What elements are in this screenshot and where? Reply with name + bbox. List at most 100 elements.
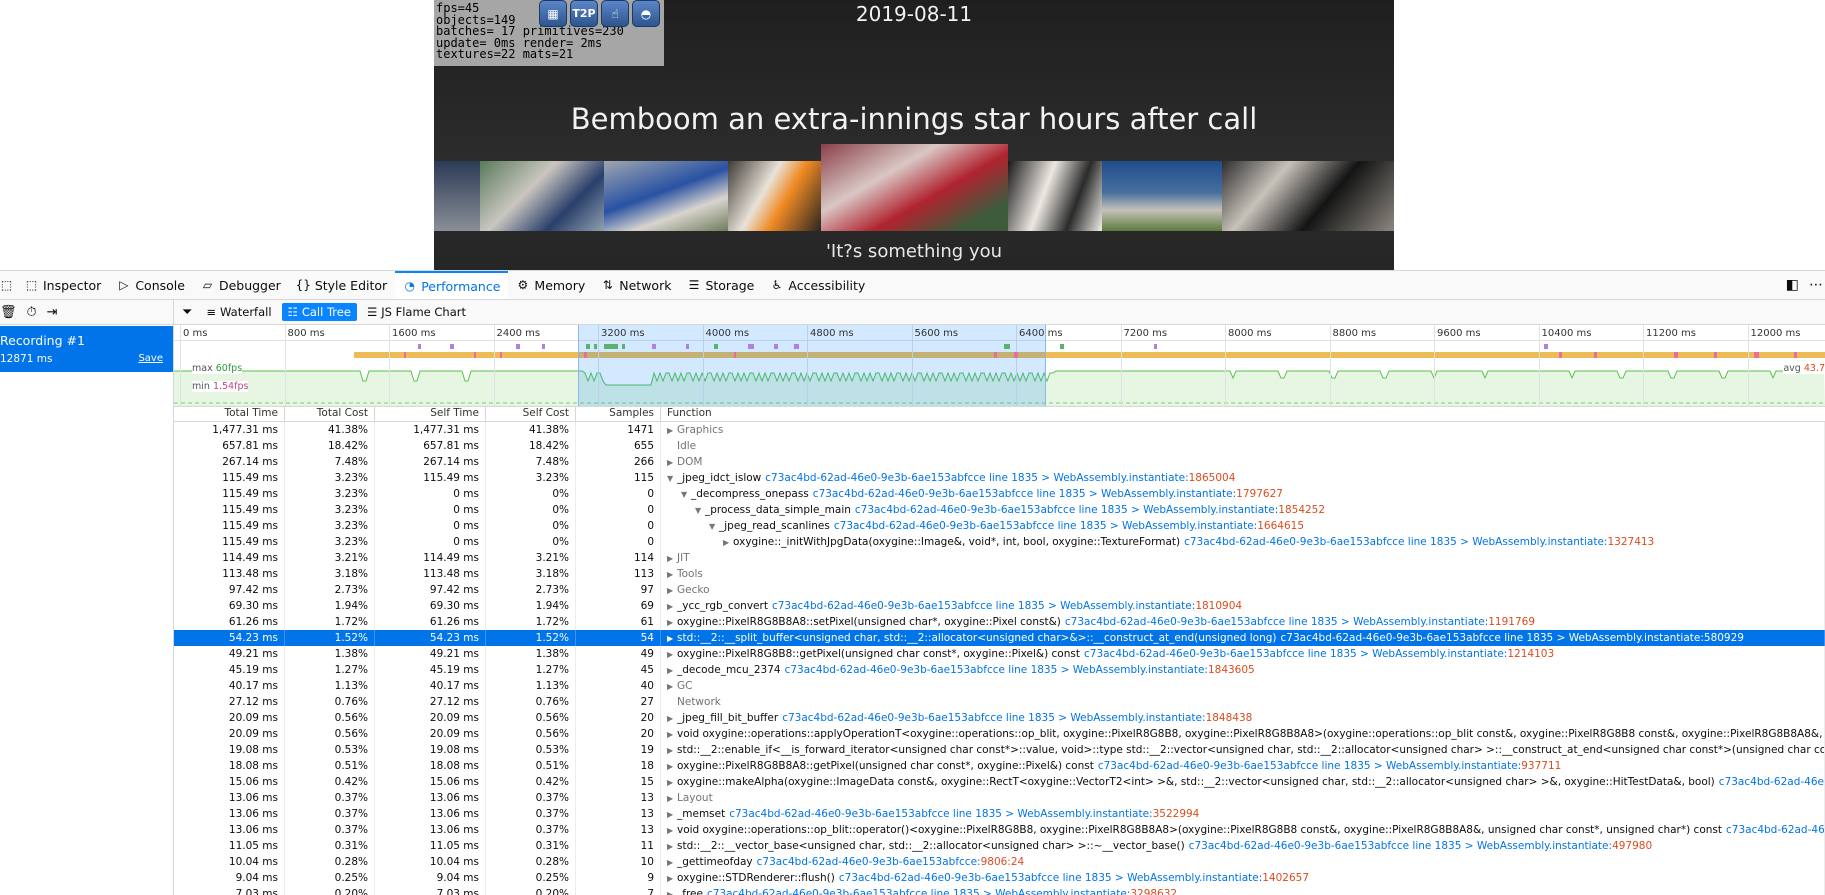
- twisty-icon[interactable]: ▶: [667, 871, 677, 886]
- tab-console[interactable]: ▷ Console: [109, 271, 193, 299]
- table-row[interactable]: 13.06 ms 0.37% 13.06 ms 0.37% 13 ▶ _memset c73a…: [174, 806, 1825, 822]
- source-link[interactable]: c73ac4bd-62ad-46e0-9e3b-6ae153abfcce lin…: [839, 872, 1262, 884]
- column-header[interactable]: Total Time: [174, 406, 285, 421]
- column-header[interactable]: Self Time: [375, 406, 486, 421]
- twisty-icon[interactable]: ▶: [667, 423, 677, 438]
- news-photo[interactable]: [1102, 161, 1222, 231]
- table-row[interactable]: 113.48 ms 3.18% 113.48 ms 3.18% 113 ▶ Tools: [174, 566, 1825, 582]
- table-row[interactable]: 45.19 ms 1.27% 45.19 ms 1.27% 45 ▶ _decode_mcu…: [174, 662, 1825, 678]
- news-photo[interactable]: [604, 161, 728, 231]
- twisty-icon[interactable]: ▶: [667, 631, 677, 646]
- source-link[interactable]: c73ac4bd-62ad-46e0-9e3b-6ae153abfcce lin…: [785, 664, 1208, 676]
- source-link[interactable]: c73ac4bd-62ad-46e0-9e3b-6ae153abfcce: [1719, 776, 1824, 788]
- js-flame-chart-button[interactable]: ☰ JS Flame Chart: [361, 303, 472, 321]
- waterfall-button[interactable]: ≡ Waterfall: [200, 303, 277, 321]
- twisty-icon[interactable]: ▼: [709, 519, 719, 534]
- table-row[interactable]: 15.06 ms 0.42% 15.06 ms 0.42% 15 ▶ oxygine::ma…: [174, 774, 1825, 790]
- twisty-icon[interactable]: ▶: [667, 743, 677, 758]
- tab-picker[interactable]: ⬚: [0, 271, 17, 299]
- twisty-icon[interactable]: ▶: [667, 679, 677, 694]
- photo-strip[interactable]: [434, 144, 1394, 231]
- twisty-icon[interactable]: ▶: [667, 855, 677, 870]
- table-row[interactable]: 114.49 ms 3.21% 114.49 ms 3.21% 114 ▶ JIT: [174, 550, 1825, 566]
- source-link[interactable]: c73ac4bd-62ad-46e0-9e3b-6ae153abfcce lin…: [1189, 840, 1612, 852]
- game-canvas[interactable]: fps=45 objects=149 batches= 17 primitive…: [434, 0, 1394, 270]
- more-options-icon[interactable]: ⋯: [1809, 277, 1823, 293]
- news-photo[interactable]: [821, 144, 1008, 231]
- twisty-icon[interactable]: ▶: [667, 727, 677, 742]
- table-row[interactable]: 61.26 ms 1.72% 61.26 ms 1.72% 61 ▶ oxygine::Pi…: [174, 614, 1825, 630]
- source-link[interactable]: c73ac4bd-62ad-46e0-9e3b-6ae153abfcce lin…: [765, 472, 1188, 484]
- twisty-icon[interactable]: ▶: [667, 663, 677, 678]
- source-link[interactable]: c73ac4bd-62ad-46e0-9e3b-6ae153abfcce lin…: [729, 808, 1152, 820]
- source-link[interactable]: c73ac4bd-62ad-46e0-9e3b-6ae153abfcce lin…: [855, 504, 1278, 516]
- news-photo[interactable]: [434, 161, 480, 231]
- table-row[interactable]: 13.06 ms 0.37% 13.06 ms 0.37% 13 ▶ Layout: [174, 790, 1825, 806]
- table-row[interactable]: 19.08 ms 0.53% 19.08 ms 0.53% 19 ▶ std::__2::e…: [174, 742, 1825, 758]
- news-photo[interactable]: [1008, 161, 1102, 231]
- table-row[interactable]: 13.06 ms 0.37% 13.06 ms 0.37% 13 ▶ void oxygin…: [174, 822, 1825, 838]
- table-row[interactable]: 20.09 ms 0.56% 20.09 ms 0.56% 20 ▶ _jpeg_fill_…: [174, 710, 1825, 726]
- twisty-icon[interactable]: ▶: [667, 759, 677, 774]
- twisty-icon[interactable]: ▶: [667, 711, 677, 726]
- timeline-overview[interactable]: max 60fps min 1.54fps avg 43.7 0 ms 800 m…: [174, 325, 1825, 407]
- tab-style-editor[interactable]: {} Style Editor: [289, 271, 395, 299]
- source-link[interactable]: c73ac4bd-62ad-46e0-9e3b-6ae153abfcce lin…: [813, 488, 1236, 500]
- source-link[interactable]: c73ac4bd-62ad-46e0-9e3b-6ae153abfcce lin…: [1084, 648, 1507, 660]
- table-row[interactable]: 20.09 ms 0.56% 20.09 ms 0.56% 20 ▶ void oxygin…: [174, 726, 1825, 742]
- table-row[interactable]: 1,477.31 ms 41.38% 1,477.31 ms 41.38% 1471 ▶ G…: [174, 422, 1825, 438]
- tab-memory[interactable]: ⚙ Memory: [508, 271, 593, 299]
- column-header[interactable]: Samples: [576, 406, 661, 421]
- column-header[interactable]: Self Cost: [486, 406, 576, 421]
- twisty-icon[interactable]: ▶: [667, 775, 677, 790]
- tab-network[interactable]: ⇅ Network: [593, 271, 679, 299]
- news-photo[interactable]: [728, 161, 821, 231]
- table-row[interactable]: 18.08 ms 0.51% 18.08 ms 0.51% 18 ▶ oxygine::Pi…: [174, 758, 1825, 774]
- table-row[interactable]: 54.23 ms 1.52% 54.23 ms 1.52% 54 ▶ std::__2::_…: [174, 630, 1825, 646]
- table-row[interactable]: 40.17 ms 1.13% 40.17 ms 1.13% 40 ▶ GC: [174, 678, 1825, 694]
- table-row[interactable]: 267.14 ms 7.48% 267.14 ms 7.48% 266 ▶ DOM: [174, 454, 1825, 470]
- twisty-icon[interactable]: ▶: [667, 455, 677, 470]
- source-link[interactable]: c73ac4bd-62ad-46e0-9e3b-6ae153a: [1726, 824, 1824, 836]
- twisty-icon[interactable]: ▶: [667, 647, 677, 662]
- twisty-icon[interactable]: ▶: [667, 583, 677, 598]
- twisty-icon[interactable]: ▶: [667, 839, 677, 854]
- twisty-icon[interactable]: ▼: [667, 471, 677, 486]
- twisty-icon[interactable]: ▼: [695, 503, 705, 518]
- table-row[interactable]: 11.05 ms 0.31% 11.05 ms 0.31% 11 ▶ std::__2::_…: [174, 838, 1825, 854]
- source-link[interactable]: c73ac4bd-62ad-46e0-9e3b-6ae153abfcce lin…: [1065, 616, 1488, 628]
- filter-icon[interactable]: ⏷: [182, 305, 192, 320]
- source-link[interactable]: c73ac4bd-62ad-46e0-9e3b-6ae153abfcce lin…: [1281, 632, 1704, 644]
- source-link[interactable]: c73ac4bd-62ad-46e0-9e3b-6ae153abfcce lin…: [782, 712, 1205, 724]
- twisty-icon[interactable]: ▶: [667, 551, 677, 566]
- table-row[interactable]: 27.12 ms 0.76% 27.12 ms 0.76% 27 Network: [174, 694, 1825, 710]
- table-row[interactable]: 115.49 ms 3.23% 0 ms 0% 0 ▶ oxygine::_initWith…: [174, 534, 1825, 550]
- trash-icon[interactable]: 🗑: [0, 305, 17, 320]
- twisty-icon[interactable]: ▶: [723, 535, 733, 550]
- table-row[interactable]: 97.42 ms 2.73% 97.42 ms 2.73% 97 ▶ Gecko: [174, 582, 1825, 598]
- twisty-icon[interactable]: ▶: [667, 791, 677, 806]
- table-row[interactable]: 10.04 ms 0.28% 10.04 ms 0.28% 10 ▶ _gettimeofd…: [174, 854, 1825, 870]
- tab-performance[interactable]: ◔ Performance: [395, 271, 509, 299]
- source-link[interactable]: c73ac4bd-62ad-46e0-9e3b-6ae153abfcce:: [757, 856, 981, 868]
- table-row[interactable]: 657.81 ms 18.42% 657.81 ms 18.42% 655 Idle: [174, 438, 1825, 454]
- source-link[interactable]: c73ac4bd-62ad-46e0-9e3b-6ae153abfcce lin…: [834, 520, 1257, 532]
- column-header[interactable]: Total Cost: [285, 406, 375, 421]
- table-row[interactable]: 9.04 ms 0.25% 9.04 ms 0.25% 9 ▶ oxygine::STDRe…: [174, 870, 1825, 886]
- source-link[interactable]: c73ac4bd-62ad-46e0-9e3b-6ae153abfcce lin…: [1184, 536, 1607, 548]
- table-row[interactable]: 115.49 ms 3.23% 0 ms 0% 0 ▼ _jpeg_read_scanlin…: [174, 518, 1825, 534]
- tab-debugger[interactable]: ▱ Debugger: [193, 271, 289, 299]
- twisty-icon[interactable]: ▶: [667, 599, 677, 614]
- tab-accessibility[interactable]: ♿ Accessibility: [762, 271, 873, 299]
- table-row[interactable]: 115.49 ms 3.23% 0 ms 0% 0 ▼ _process_data_simp…: [174, 502, 1825, 518]
- twisty-icon[interactable]: ▶: [667, 615, 677, 630]
- tab-storage[interactable]: ☰ Storage: [679, 271, 762, 299]
- table-row[interactable]: 69.30 ms 1.94% 69.30 ms 1.94% 69 ▶ _ycc_rgb_co…: [174, 598, 1825, 614]
- column-header[interactable]: Function: [661, 406, 1825, 421]
- table-row[interactable]: 115.49 ms 3.23% 0 ms 0% 0 ▼ _decompress_onepas…: [174, 486, 1825, 502]
- dock-side-icon[interactable]: ◧: [1786, 277, 1799, 293]
- save-link[interactable]: Save: [138, 353, 163, 364]
- recording-item[interactable]: Recording #1 12871 ms Save: [0, 326, 173, 372]
- twisty-icon[interactable]: ▶: [667, 567, 677, 582]
- source-link[interactable]: c73ac4bd-62ad-46e0-9e3b-6ae153abfcce lin…: [1098, 760, 1521, 772]
